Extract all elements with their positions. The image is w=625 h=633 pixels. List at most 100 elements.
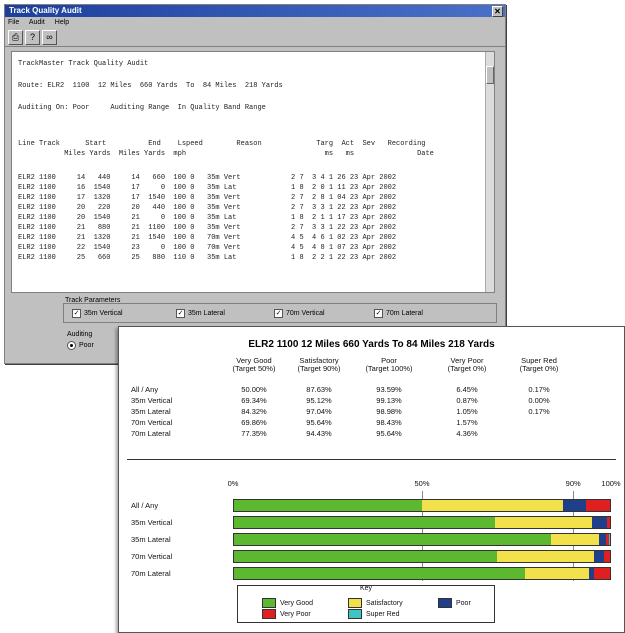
summary-panel: ELR2 1100 12 Miles 660 Yards To 84 Miles… (118, 326, 625, 633)
audit-line: Auditing On: Poor Auditing Range In Qual… (18, 104, 266, 112)
stacked-bar (233, 516, 611, 529)
checkbox-label: 70m Lateral (386, 310, 423, 317)
legend-item: Very Poor (262, 609, 311, 619)
column-header-satisfactory: Satisfactory (Target 90%) (297, 356, 341, 373)
table-cell: 95.12% (306, 396, 332, 405)
bar-segment-very-poor (593, 568, 610, 579)
auditing-label: Auditing (67, 331, 93, 338)
bar-category-label: All / Any (131, 501, 159, 510)
menu-file[interactable]: File (8, 19, 19, 26)
table-cell: 69.86% (241, 418, 267, 427)
close-icon[interactable]: ✕ (492, 6, 503, 17)
table-cell: 84.32% (241, 407, 267, 416)
report-row: ELR2 1100 14 440 14 660 100 0 35m Vert 2… (18, 174, 397, 182)
menu-audit[interactable]: Audit (29, 19, 45, 26)
radio-label: Poor (79, 342, 94, 349)
report-row: ELR2 1100 21 880 21 1100 100 0 35m Vert … (18, 224, 397, 232)
audit-window: Track Quality Audit ✕ File Audit Help ⎙ … (4, 4, 506, 364)
checkbox-70m-vertical[interactable]: ✓ 70m Vertical (274, 309, 325, 318)
bar-segment-satisfactory (422, 500, 564, 511)
check-icon: ✓ (274, 309, 283, 318)
x-tick-label: 100% (601, 479, 621, 488)
binoculars-icon[interactable]: ∞ (42, 29, 57, 45)
table-row-label: 35m Lateral (131, 407, 171, 416)
legend-label: Very Poor (280, 610, 311, 618)
report-row: ELR2 1100 21 1320 21 1540 100 0 70m Vert… (18, 234, 397, 242)
table-cell: 6.45% (456, 385, 478, 394)
track-params-group: ✓ 35m Vertical ✓ 35m Lateral ✓ 70m Verti… (63, 303, 497, 323)
bar-category-label: 70m Vertical (131, 552, 173, 561)
table-cell: 98.43% (376, 418, 402, 427)
bar-segment-satisfactory (524, 568, 590, 579)
legend-label: Very Good (280, 599, 314, 607)
report-row: ELR2 1100 17 1320 17 1540 100 0 35m Vert… (18, 194, 397, 202)
bar-category-label: 70m Lateral (131, 569, 171, 578)
bar-segment-poor (591, 517, 607, 528)
table-row-label: 35m Vertical (131, 396, 173, 405)
table-cell: 0.17% (528, 385, 550, 394)
menu-bar: File Audit Help (5, 17, 505, 28)
checkbox-35m-vertical[interactable]: ✓ 35m Vertical (72, 309, 123, 318)
table-cell: 93.59% (376, 385, 402, 394)
x-tick-label: 50% (414, 479, 430, 488)
table-cell: 69.34% (241, 396, 267, 405)
bar-segment-very-good (234, 534, 551, 545)
bar-segment-very-good (234, 517, 495, 528)
bar-segment-satisfactory (550, 534, 599, 545)
table-row-label: 70m Vertical (131, 418, 173, 427)
table-cell: 87.63% (306, 385, 332, 394)
table-cell: 95.64% (306, 418, 332, 427)
column-header-very-poor: Very Poor (Target 0%) (447, 356, 487, 373)
table-cell: 94.43% (306, 429, 332, 438)
legend-item: Poor (438, 598, 471, 608)
legend-label: Poor (456, 599, 471, 607)
checkbox-70m-lateral[interactable]: ✓ 70m Lateral (374, 309, 423, 318)
bar-segment-very-good (234, 568, 525, 579)
bar-segment-very-poor (604, 551, 610, 562)
table-row-label: All / Any (131, 385, 159, 394)
bar-category-label: 35m Vertical (131, 518, 173, 527)
report-scrollbar[interactable] (485, 52, 494, 292)
table-cell: 1.05% (456, 407, 478, 416)
bar-segment-very-good (234, 551, 497, 562)
table-cell: 1.57% (456, 418, 478, 427)
checkbox-35m-lateral[interactable]: ✓ 35m Lateral (176, 309, 225, 318)
legend-item: Very Good (262, 598, 313, 608)
report-textarea[interactable]: TrackMaster Track Quality Audit Route: E… (11, 51, 495, 293)
legend-label: Satisfactory (366, 599, 403, 607)
legend-label: Super Red (366, 610, 400, 618)
column-header-1: Line Track Start End Lspeed Reason Targ … (18, 140, 426, 148)
column-header-2: Miles Yards Miles Yards mph ms ms Date (18, 150, 434, 158)
window-titlebar[interactable]: Track Quality Audit ✕ (5, 5, 505, 17)
scrollbar-thumb[interactable] (486, 66, 494, 84)
bar-segment-poor (598, 534, 607, 545)
legend-item: Super Red (348, 609, 399, 619)
table-cell: 0.17% (528, 407, 550, 416)
radio-poor[interactable]: Poor (67, 341, 94, 350)
bar-segment-very-poor (606, 517, 610, 528)
bar-segment-poor (593, 551, 605, 562)
stacked-bar (233, 550, 611, 563)
bar-segment-satisfactory (494, 517, 592, 528)
table-cell: 77.35% (241, 429, 267, 438)
check-icon: ✓ (72, 309, 81, 318)
table-row-label: 70m Lateral (131, 429, 171, 438)
checkbox-label: 35m Vertical (84, 310, 123, 317)
legend-swatch (438, 598, 452, 608)
bar-segment-very-good (234, 500, 422, 511)
table-cell: 0.87% (456, 396, 478, 405)
table-cell: 97.04% (306, 407, 332, 416)
help-icon[interactable]: ? (25, 29, 40, 45)
table-cell: 0.00% (528, 396, 550, 405)
menu-help[interactable]: Help (55, 19, 69, 26)
table-cell: 95.64% (376, 429, 402, 438)
report-row: ELR2 1100 25 660 25 880 110 0 35m Lat 1 … (18, 254, 397, 262)
print-icon[interactable]: ⎙ (8, 29, 23, 45)
report-heading: TrackMaster Track Quality Audit (18, 60, 149, 68)
chart-legend: Key Very Good Very Poor Satisfactory Super … (237, 585, 495, 623)
table-cell: 50.00% (241, 385, 267, 394)
legend-item: Satisfactory (348, 598, 403, 608)
bar-segment-satisfactory (496, 551, 594, 562)
table-cell: 99.13% (376, 396, 402, 405)
report-row: ELR2 1100 20 220 20 440 100 0 35m Vert 2… (18, 204, 397, 212)
